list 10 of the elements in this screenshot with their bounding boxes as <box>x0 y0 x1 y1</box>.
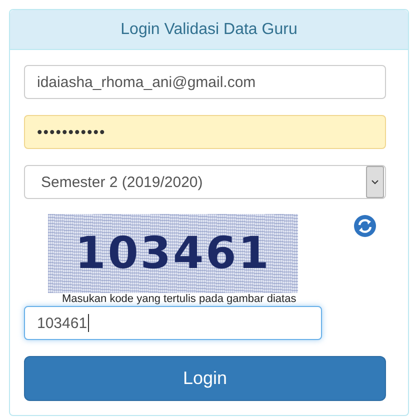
captcha-hint: Masukan kode yang tertulis pada gambar diatas <box>62 293 298 306</box>
semester-select[interactable]: Semester 2 (2019/2020) <box>24 165 386 199</box>
captcha-image: 103461 <box>48 214 298 293</box>
caret-icon <box>371 179 379 185</box>
panel-title: Login Validasi Data Guru <box>120 20 298 38</box>
password-field[interactable]: ••••••••••• <box>24 115 386 149</box>
email-field[interactable]: idaiasha_rhoma_ani@gmail.com <box>24 65 386 99</box>
login-button[interactable]: Login <box>24 356 386 401</box>
captcha-input-field[interactable]: 103461 <box>24 306 322 340</box>
refresh-icon[interactable] <box>353 214 377 238</box>
